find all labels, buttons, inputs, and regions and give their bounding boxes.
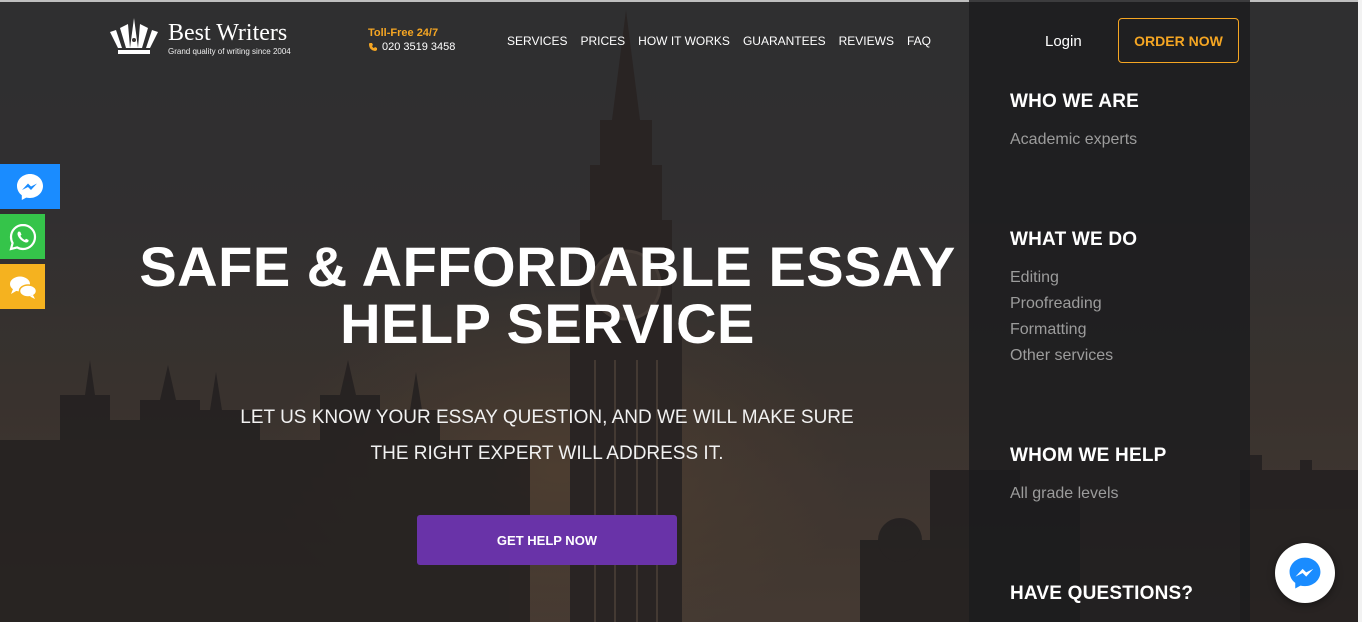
hero-subtitle-line-2: THE RIGHT EXPERT WILL ADDRESS IT.: [370, 443, 724, 464]
hero-subtitle: LET US KNOW YOUR ESSAY QUESTION, AND WE …: [197, 400, 897, 472]
panel-heading: WHOM WE HELP: [1010, 445, 1167, 466]
logo-text: Best Writers Grand quality of writing si…: [168, 20, 291, 57]
hero-title-line-2: HELP SERVICE: [340, 292, 755, 355]
messenger-icon: [1289, 557, 1321, 589]
messenger-chat-fab[interactable]: [1275, 543, 1335, 603]
panel-section-have-questions: HAVE QUESTIONS?: [1010, 583, 1193, 605]
panel-heading: WHO WE ARE: [1010, 91, 1140, 112]
phone-row[interactable]: 020 3519 3458: [368, 40, 455, 54]
nav-item-faq[interactable]: FAQ: [907, 33, 931, 49]
panel-link-other-services[interactable]: Other services: [1010, 343, 1137, 369]
contact-phone: Toll-Free 24/7 020 3519 3458: [368, 27, 455, 54]
panel-link-editing[interactable]: Editing: [1010, 265, 1137, 291]
nav-item-reviews[interactable]: REVIEWS: [839, 33, 894, 49]
panel-link-proofreading[interactable]: Proofreading: [1010, 291, 1137, 317]
messenger-icon: [17, 173, 43, 200]
panel-section-what-we-do: WHAT WE DO Editing Proofreading Formatti…: [1010, 229, 1137, 369]
page-right-edge: [1358, 0, 1362, 622]
nav-item-guarantees[interactable]: GUARANTEES: [743, 33, 826, 49]
panel-heading: WHAT WE DO: [1010, 229, 1138, 250]
login-link[interactable]: Login: [1045, 33, 1082, 50]
site-logo[interactable]: Best Writers Grand quality of writing si…: [108, 18, 291, 58]
hero-title: SAFE & AFFORDABLE ESSAY HELP SERVICE: [80, 238, 1015, 352]
brand-name: Best Writers: [168, 19, 288, 46]
crown-pen-logo-icon: [110, 18, 158, 54]
panel-link-all-grade-levels[interactable]: All grade levels: [1010, 481, 1167, 507]
whatsapp-icon: [8, 223, 36, 251]
panel-heading: HAVE QUESTIONS?: [1010, 583, 1194, 604]
panel-links: Editing Proofreading Formatting Other se…: [1010, 265, 1137, 369]
phone-number: 020 3519 3458: [382, 41, 456, 53]
panel-link-academic-experts[interactable]: Academic experts: [1010, 127, 1139, 153]
messenger-share-button[interactable]: [0, 164, 60, 209]
panel-links: All grade levels: [1010, 481, 1167, 507]
get-help-now-button[interactable]: GET HELP NOW: [417, 515, 677, 565]
panel-links: Academic experts: [1010, 127, 1139, 153]
whatsapp-share-button[interactable]: [0, 214, 45, 259]
tollfree-label: Toll-Free 24/7: [368, 27, 439, 39]
brand-tagline: Grand quality of writing since 2004: [168, 46, 291, 56]
hero-title-line-1: SAFE & AFFORDABLE ESSAY: [139, 235, 956, 298]
nav-item-services[interactable]: SERVICES: [507, 33, 567, 49]
chat-button[interactable]: [0, 264, 45, 309]
panel-section-whom-we-help: WHOM WE HELP All grade levels: [1010, 445, 1167, 507]
phone-icon: [369, 43, 377, 51]
main-nav: SERVICES PRICES HOW IT WORKS GUARANTEES …: [507, 33, 944, 49]
panel-link-formatting[interactable]: Formatting: [1010, 317, 1137, 343]
hero-subtitle-line-1: LET US KNOW YOUR ESSAY QUESTION, AND WE …: [240, 407, 854, 428]
nav-item-prices[interactable]: PRICES: [580, 33, 625, 49]
order-now-button[interactable]: ORDER NOW: [1118, 18, 1239, 63]
nav-item-how-it-works[interactable]: HOW IT WORKS: [638, 33, 730, 49]
chat-bubbles-icon: [9, 276, 37, 299]
panel-section-who-we-are: WHO WE ARE Academic experts: [1010, 91, 1139, 153]
